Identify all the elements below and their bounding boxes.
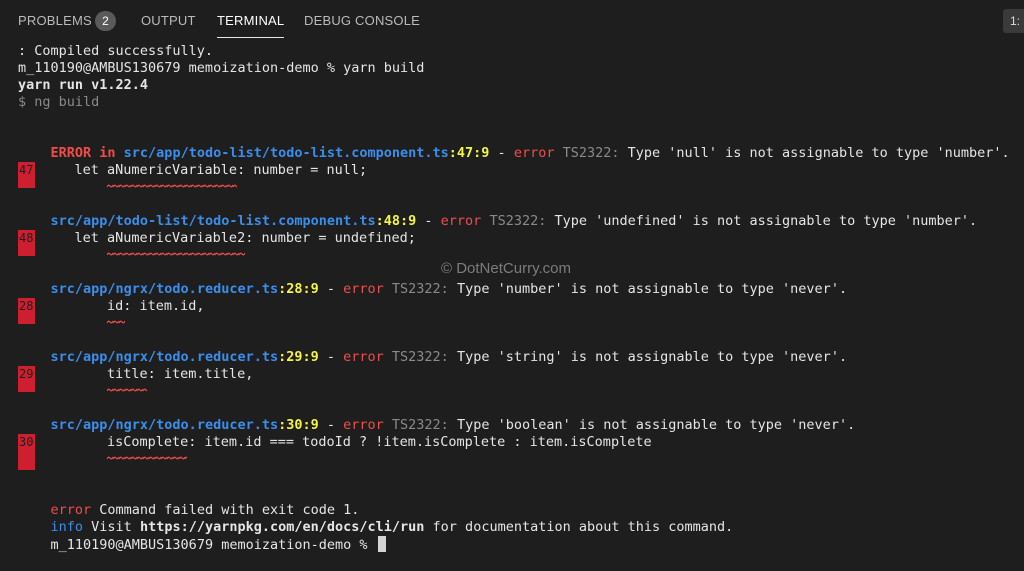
- command-failed-line: error Command failed with exit code 1.: [18, 485, 360, 518]
- error-squiggle: [107, 252, 245, 258]
- error-header-line: src/app/ngrx/todo.reducer.ts:29:9 - erro…: [18, 332, 848, 365]
- line-number-gutter: 30: [18, 434, 35, 470]
- prompt-text: m_110190@AMBUS130679 memoization-demo %: [50, 537, 376, 553]
- error-word: error: [343, 417, 384, 433]
- error-code: TS2322:: [391, 417, 449, 433]
- error-message: Type 'undefined' is not assignable to ty…: [546, 213, 978, 229]
- error-dash: -: [318, 349, 344, 365]
- prompt-line: m_110190@AMBUS130679 memoization-demo % …: [18, 60, 425, 76]
- error-word: error: [513, 145, 555, 161]
- error-in-label: ERROR in: [50, 145, 124, 161]
- error-code: TS2322:: [562, 145, 620, 161]
- error-file-path[interactable]: src/app/todo-list/todo-list.component.ts: [124, 145, 449, 161]
- error-file-path[interactable]: src/app/ngrx/todo.reducer.ts: [51, 417, 279, 433]
- error-message: Type 'number' is not assignable to type …: [448, 281, 848, 297]
- error-squiggle: [107, 456, 187, 462]
- error-position: :47:9: [448, 145, 490, 161]
- error-file-path[interactable]: src/app/ngrx/todo.reducer.ts: [51, 281, 279, 297]
- line-number-gutter: 47: [18, 162, 35, 188]
- source-code-line: title: item.title,: [42, 366, 254, 382]
- error-position: :28:9: [278, 281, 319, 297]
- info-line: info Visit https://yarnpkg.com/en/docs/c…: [18, 502, 734, 535]
- line-number-gutter: 48: [18, 230, 35, 256]
- error-squiggle: [107, 388, 147, 394]
- error-header-line: src/app/ngrx/todo.reducer.ts:28:9 - erro…: [18, 264, 848, 297]
- compiled-line: : Compiled successfully.: [18, 43, 214, 59]
- error-header-line: ERROR in src/app/todo-list/todo-list.com…: [18, 128, 1010, 161]
- error-word: error: [440, 213, 482, 229]
- source-code-line: id: item.id,: [42, 298, 205, 314]
- ng-build-line: $ ng build: [18, 94, 100, 110]
- yarn-version-line: yarn run v1.22.4: [18, 77, 149, 93]
- error-file-path[interactable]: src/app/ngrx/todo.reducer.ts: [51, 349, 279, 365]
- error-squiggle: [107, 184, 237, 190]
- error-word: error: [343, 349, 384, 365]
- error-position: :48:9: [375, 213, 417, 229]
- line-number-gutter: 28: [18, 298, 35, 324]
- error-dash: -: [489, 145, 514, 161]
- error-position: :29:9: [278, 349, 319, 365]
- error-dash: -: [416, 213, 441, 229]
- prompt-line: m_110190@AMBUS130679 memoization-demo %: [18, 519, 386, 553]
- error-squiggle: [107, 320, 125, 326]
- error-message: Type 'string' is not assignable to type …: [448, 349, 848, 365]
- error-dash: -: [318, 281, 344, 297]
- error-header-line: src/app/ngrx/todo.reducer.ts:30:9 - erro…: [18, 400, 856, 433]
- watermark: © DotNetCurry.com: [441, 260, 571, 277]
- error-word: error: [343, 281, 384, 297]
- line-number-gutter: 29: [18, 366, 35, 392]
- error-message: Type 'null' is not assignable to type 'n…: [619, 145, 1010, 161]
- error-code: TS2322:: [489, 213, 547, 229]
- terminal-cursor: [377, 536, 386, 552]
- source-code-line: isComplete: item.id === todoId ? !item.i…: [42, 434, 652, 450]
- error-message: Type 'boolean' is not assignable to type…: [448, 417, 856, 433]
- error-position: :30:9: [278, 417, 319, 433]
- source-code-line: let aNumericVariable2: number = undefine…: [42, 230, 416, 246]
- error-dash: -: [318, 417, 344, 433]
- source-code-line: let aNumericVariable: number = null;: [42, 162, 368, 178]
- error-header-line: src/app/todo-list/todo-list.component.ts…: [18, 196, 978, 229]
- error-code: TS2322:: [391, 349, 449, 365]
- error-file-path[interactable]: src/app/todo-list/todo-list.component.ts: [51, 213, 376, 229]
- error-code: TS2322:: [391, 281, 449, 297]
- info-text: for documentation about this command.: [424, 519, 734, 535]
